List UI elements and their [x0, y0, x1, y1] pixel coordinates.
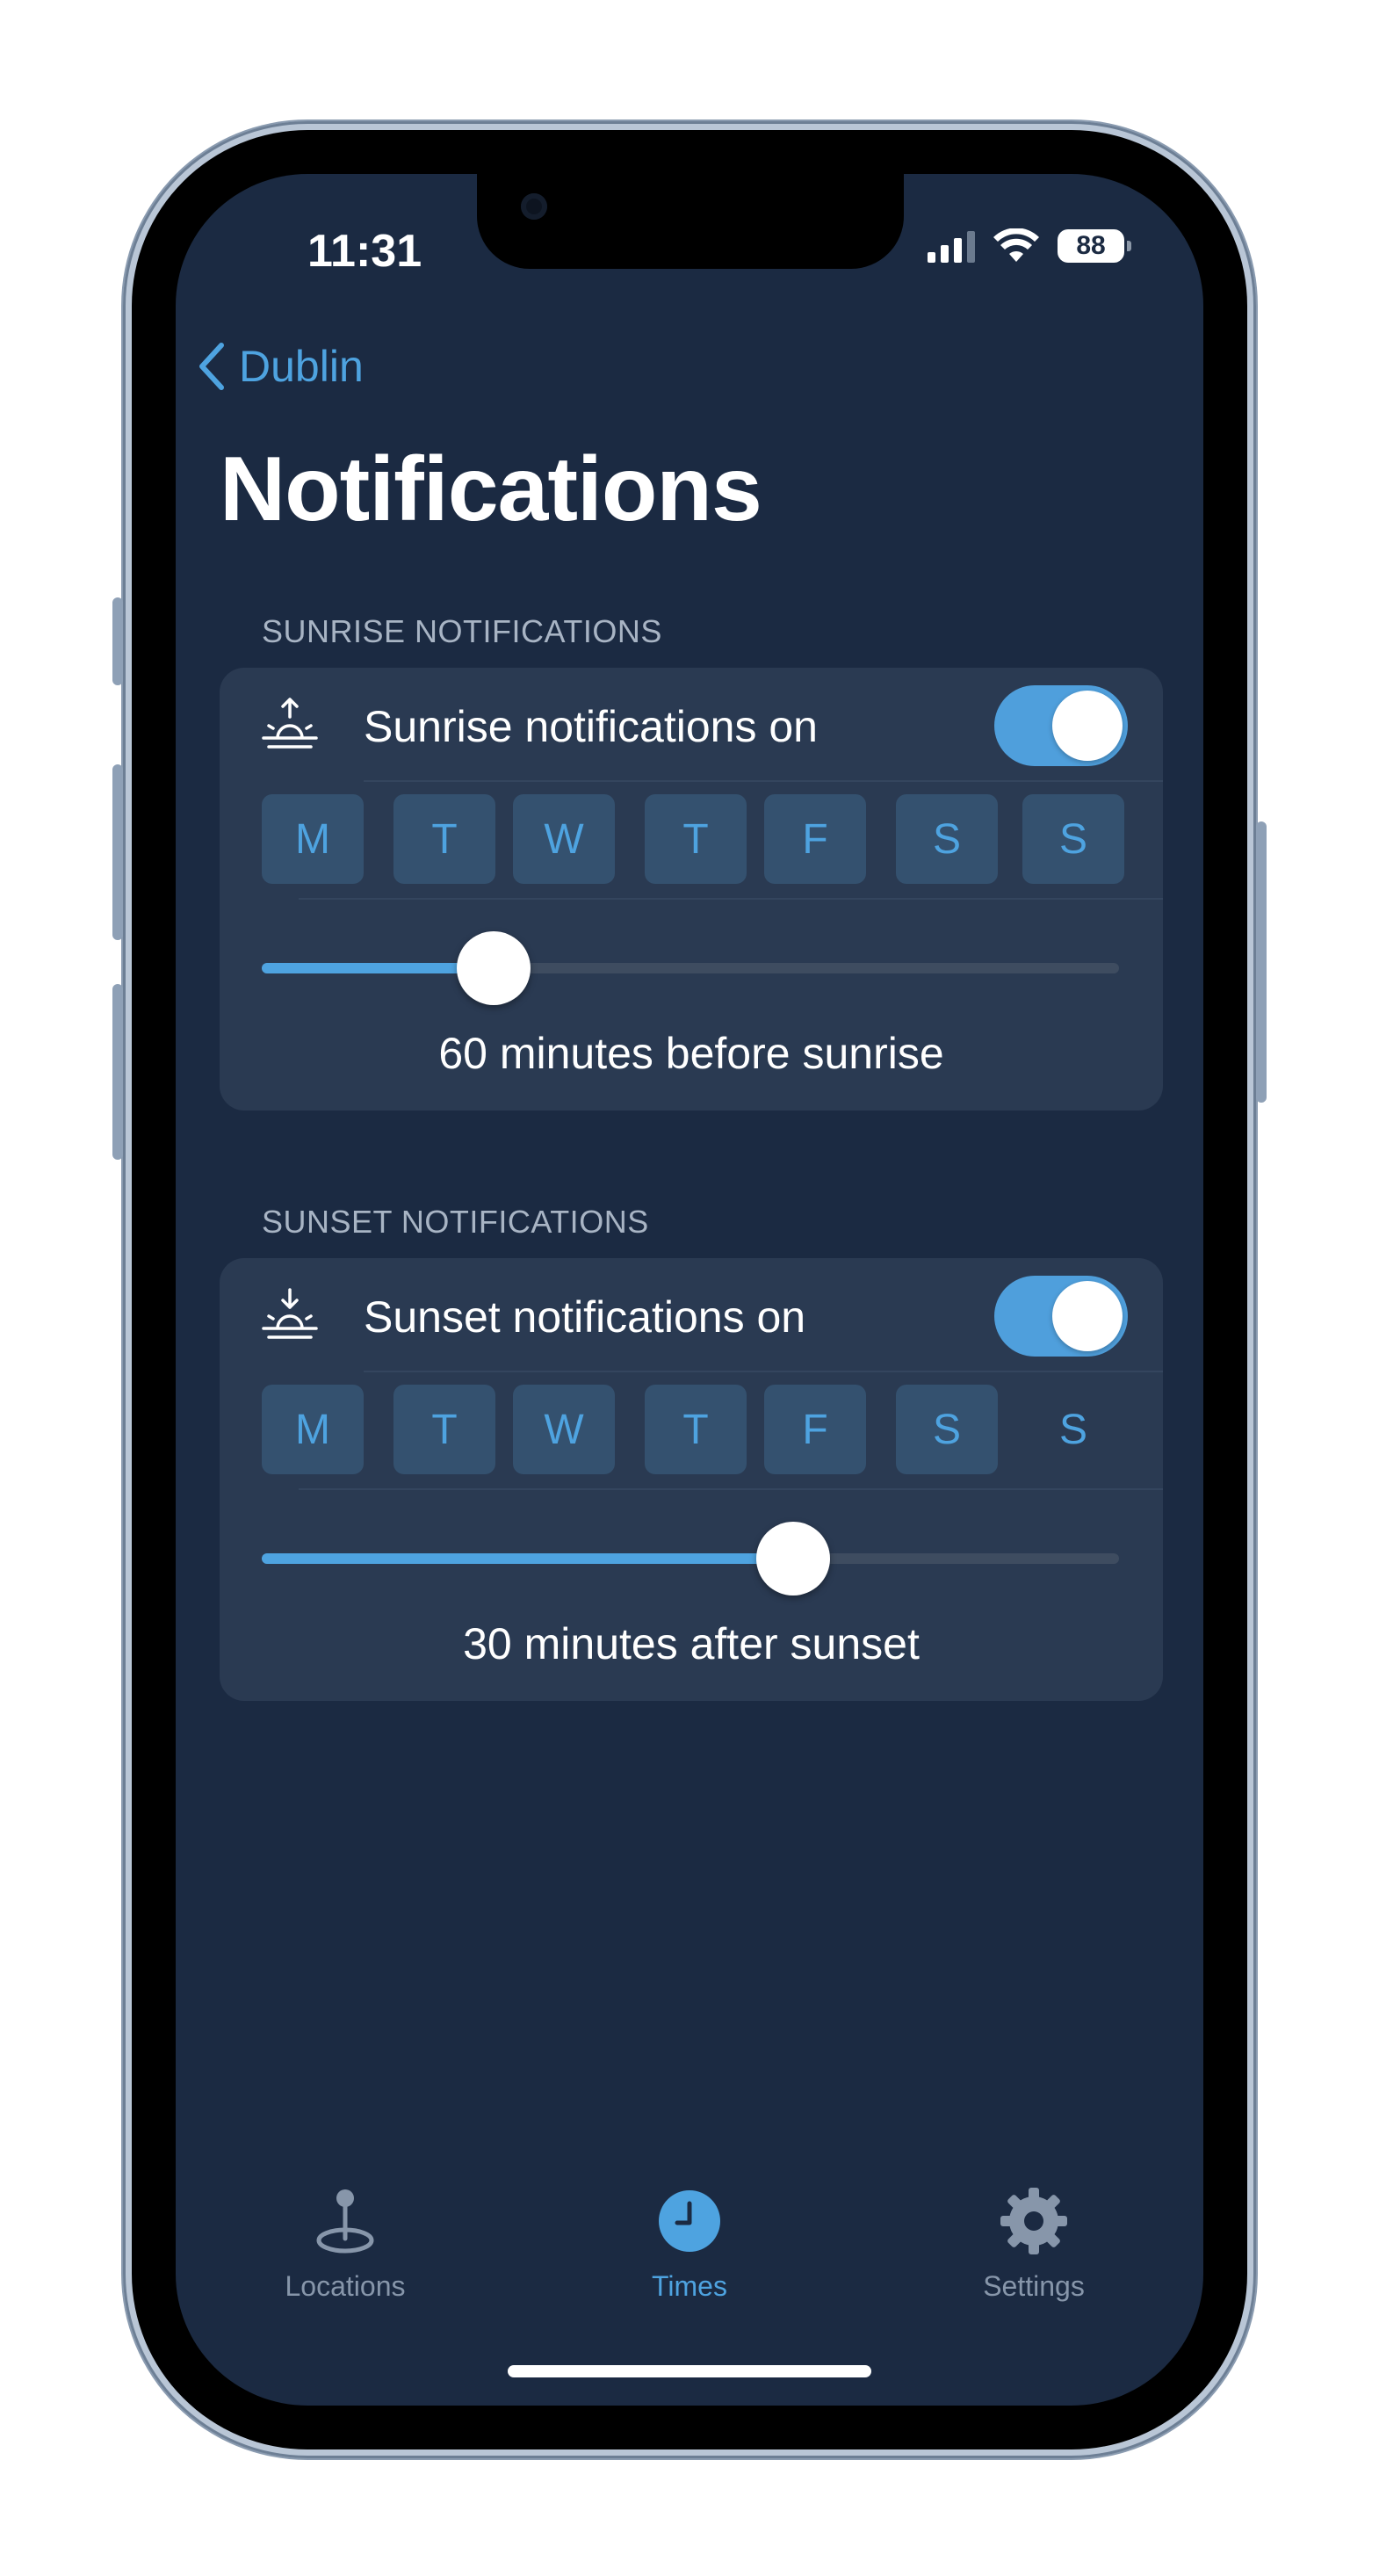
side-button-power [1256, 821, 1267, 1103]
toggle-knob [1052, 1281, 1123, 1351]
sunset-offset-slider[interactable] [262, 1522, 1119, 1596]
sunrise-offset-caption: 60 minutes before sunrise [438, 1029, 944, 1078]
sunset-day-5[interactable]: S [896, 1385, 998, 1474]
sunrise-day-3[interactable]: T [645, 794, 747, 884]
battery-level: 88 [1076, 231, 1106, 260]
tab-label: Settings [983, 2270, 1085, 2302]
sunset-day-6[interactable]: S [1022, 1385, 1124, 1474]
sunrise-section-header: SUNRISE NOTIFICATIONS [262, 613, 662, 649]
sunrise-toggle-row: Sunrise notifications on [220, 668, 1163, 780]
tab-settings[interactable]: Settings [928, 2186, 1139, 2303]
sunrise-toggle-label: Sunrise notifications on [364, 702, 818, 751]
sunrise-card: Sunrise notifications on MTWTFSS 60 minu… [220, 668, 1163, 1111]
chevron-left-icon [199, 343, 224, 390]
status-time: 11:31 [307, 226, 422, 277]
toggle-knob [1052, 691, 1123, 761]
sunset-day-2[interactable]: W [513, 1385, 615, 1474]
sunset-day-4[interactable]: F [764, 1385, 866, 1474]
sunset-day-3[interactable]: T [645, 1385, 747, 1474]
sunrise-day-2[interactable]: W [513, 794, 615, 884]
cellular-signal-icon [928, 229, 975, 263]
divider [299, 1488, 1163, 1490]
side-button-volume-down [112, 984, 123, 1160]
tab-locations[interactable]: Locations [240, 2186, 451, 2303]
sunset-toggle-row: Sunset notifications on [220, 1258, 1163, 1371]
sunrise-toggle-switch[interactable] [994, 685, 1128, 766]
sunset-day-0[interactable]: M [262, 1385, 364, 1474]
sunset-toggle-label: Sunset notifications on [364, 1292, 806, 1342]
sunrise-day-5[interactable]: S [896, 794, 998, 884]
sunset-icon [262, 1288, 318, 1339]
tab-label: Times [652, 2270, 727, 2302]
sunrise-day-4[interactable]: F [764, 794, 866, 884]
screen: 11:31 88 Dublin Notifications SUNRISE NO… [176, 174, 1203, 2406]
divider [299, 898, 1163, 900]
notch [477, 174, 904, 269]
sunset-section-header: SUNSET NOTIFICATIONS [262, 1204, 649, 1240]
back-button[interactable]: Dublin [197, 341, 364, 392]
slider-fill [262, 1553, 794, 1564]
front-camera [521, 193, 547, 220]
sunrise-day-6[interactable]: S [1022, 794, 1124, 884]
slider-thumb[interactable] [756, 1522, 831, 1596]
sunrise-icon [262, 698, 318, 749]
status-indicators: 88 [928, 228, 1131, 264]
sunrise-day-0[interactable]: M [262, 794, 364, 884]
side-button-volume-up [112, 764, 123, 940]
slider-thumb[interactable] [456, 931, 531, 1005]
tab-times[interactable]: Times [584, 2186, 795, 2303]
page-title: Notifications [220, 438, 762, 540]
location-pin-icon [316, 2189, 374, 2254]
side-button-mute [112, 597, 123, 685]
sunset-toggle-switch[interactable] [994, 1276, 1128, 1357]
divider [364, 780, 1163, 782]
tab-bar: Locations Times Settings [176, 2186, 1203, 2318]
battery-icon: 88 [1058, 229, 1131, 263]
sunset-card: Sunset notifications on MTWTFSS 30 minut… [220, 1258, 1163, 1701]
clock-icon [659, 2190, 720, 2252]
sunset-offset-caption: 30 minutes after sunset [463, 1619, 920, 1668]
wifi-icon [993, 228, 1039, 262]
tab-label: Locations [285, 2270, 406, 2302]
back-label: Dublin [239, 342, 364, 391]
gear-icon [1000, 2188, 1067, 2254]
sunset-day-1[interactable]: T [393, 1385, 495, 1474]
divider [364, 1371, 1163, 1372]
sunrise-offset-slider[interactable] [262, 931, 1119, 1005]
home-indicator [508, 2365, 871, 2377]
sunrise-day-1[interactable]: T [393, 794, 495, 884]
